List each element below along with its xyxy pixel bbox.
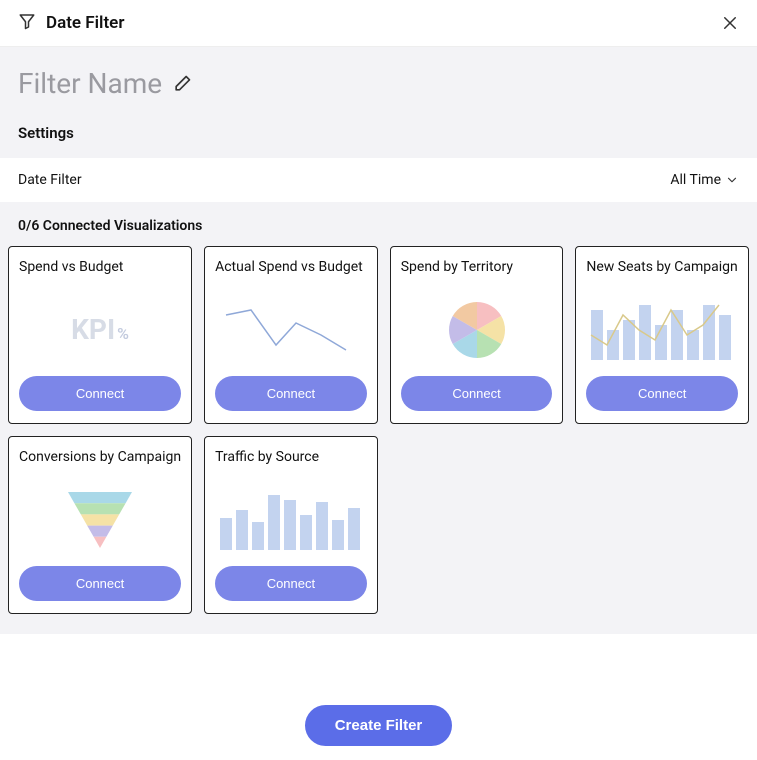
- header-left: Date Filter: [18, 12, 124, 34]
- card-title: New Seats by Campaign: [586, 259, 738, 275]
- card-preview: [19, 473, 181, 566]
- pencil-icon: [172, 74, 192, 94]
- filter-name-row: Filter Name: [18, 67, 739, 100]
- connect-button[interactable]: Connect: [19, 566, 181, 601]
- card-title: Traffic by Source: [215, 449, 367, 465]
- create-filter-button[interactable]: Create Filter: [305, 705, 453, 746]
- pie-chart-preview: [442, 295, 512, 365]
- visualization-card: Traffic by Source Connect: [204, 436, 378, 614]
- dialog-footer: Create Filter: [0, 691, 757, 760]
- connect-button[interactable]: Connect: [215, 566, 367, 601]
- card-preview: [586, 283, 738, 376]
- line-chart-preview: [221, 295, 361, 365]
- close-button[interactable]: [721, 14, 739, 32]
- connect-button[interactable]: Connect: [215, 376, 367, 411]
- card-title: Conversions by Campaign: [19, 449, 181, 465]
- funnel-chart-preview: [64, 488, 136, 552]
- edit-name-button[interactable]: [172, 74, 192, 94]
- card-preview: [401, 283, 553, 376]
- date-filter-value: All Time: [670, 172, 721, 188]
- card-title: Actual Spend vs Budget: [215, 259, 367, 275]
- bar-chart-preview: [216, 485, 366, 555]
- settings-area: Filter Name Settings: [0, 47, 757, 158]
- visualization-card: Conversions by Campaign Connect: [8, 436, 192, 614]
- connect-button[interactable]: Connect: [19, 376, 181, 411]
- card-preview: KPI%: [19, 283, 181, 376]
- connected-count: 0/6 Connected Visualizations: [18, 218, 739, 234]
- filter-name-input[interactable]: Filter Name: [18, 67, 162, 100]
- bar-line-chart-preview: [587, 295, 737, 365]
- dialog-title: Date Filter: [46, 13, 124, 33]
- settings-heading: Settings: [18, 124, 739, 142]
- card-preview: [215, 283, 367, 376]
- visualization-grid: Spend vs Budget KPI% Connect Actual Spen…: [0, 246, 757, 634]
- visualization-card: Spend vs Budget KPI% Connect: [8, 246, 192, 424]
- connected-section-header: 0/6 Connected Visualizations: [0, 202, 757, 246]
- date-filter-dropdown[interactable]: All Time: [670, 172, 739, 188]
- date-filter-label: Date Filter: [18, 172, 82, 188]
- chevron-down-icon: [725, 173, 739, 187]
- connect-button[interactable]: Connect: [586, 376, 738, 411]
- filter-icon: [18, 12, 36, 34]
- connect-button[interactable]: Connect: [401, 376, 553, 411]
- dialog-header: Date Filter: [0, 0, 757, 47]
- date-filter-row: Date Filter All Time: [0, 158, 757, 202]
- visualization-card: Spend by Territory Connect: [390, 246, 564, 424]
- kpi-preview: KPI%: [71, 313, 129, 346]
- visualization-card: Actual Spend vs Budget Connect: [204, 246, 378, 424]
- visualization-card: New Seats by Campaign Connect: [575, 246, 749, 424]
- close-icon: [721, 14, 739, 32]
- card-preview: [215, 473, 367, 566]
- card-title: Spend vs Budget: [19, 259, 181, 275]
- card-title: Spend by Territory: [401, 259, 553, 275]
